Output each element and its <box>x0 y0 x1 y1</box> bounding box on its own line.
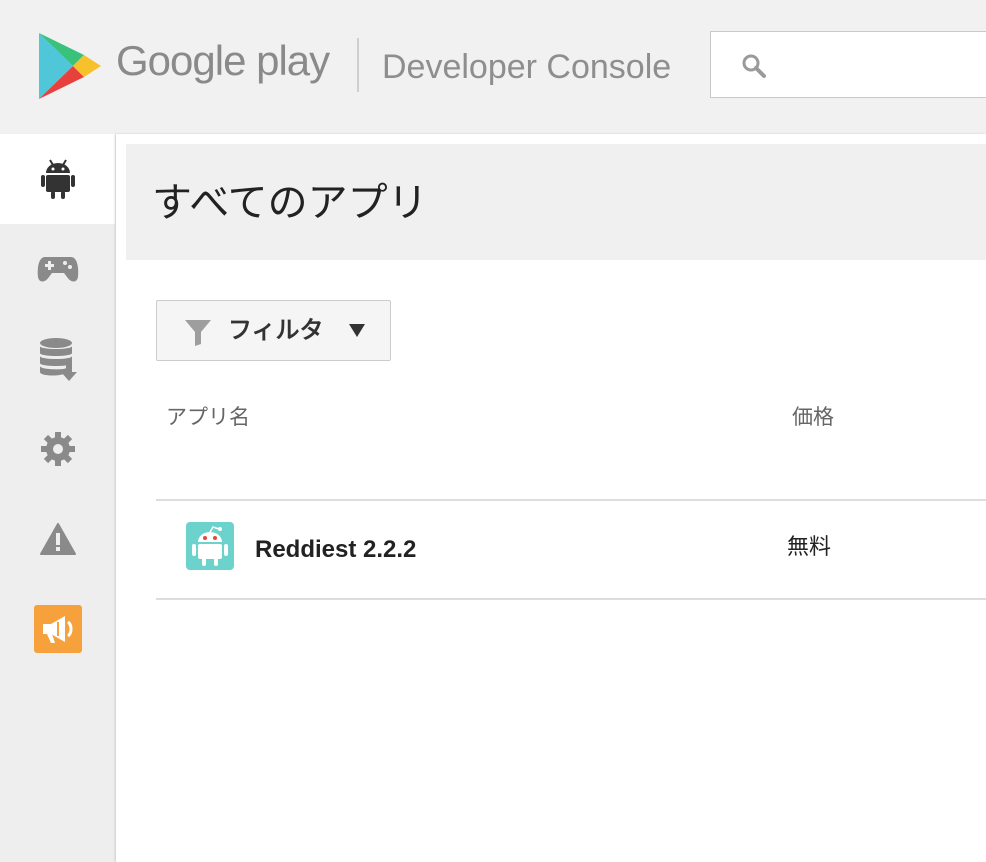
gear-icon <box>40 432 75 466</box>
funnel-icon <box>185 320 211 346</box>
megaphone-icon <box>33 605 82 653</box>
sidebar-nav <box>0 134 115 862</box>
sidebar-item-alerts[interactable] <box>0 494 115 584</box>
google-play-wordmark: Google play <box>116 37 330 84</box>
chevron-down-icon <box>349 324 365 337</box>
product-title: Developer Console <box>382 48 672 86</box>
brand-google-text: Google <box>116 37 246 84</box>
title-bar: すべてのアプリ <box>126 144 986 260</box>
gamepad-icon <box>37 257 78 282</box>
sidebar-item-settings[interactable] <box>0 404 115 494</box>
table-divider <box>156 499 986 501</box>
main-content: すべてのアプリ フィルタ アプリ名 価格 Reddiest 2.2.2 無料 <box>116 134 986 862</box>
filter-label: フィルタ <box>228 316 324 344</box>
sidebar-item-announcements[interactable] <box>0 584 115 674</box>
sidebar-item-games[interactable] <box>0 224 115 314</box>
database-download-icon <box>39 338 77 381</box>
google-play-logo-icon[interactable] <box>37 33 101 99</box>
warning-icon <box>39 523 76 555</box>
android-icon <box>40 159 75 199</box>
page-title: すべてのアプリ <box>152 180 428 226</box>
column-header-price[interactable]: 価格 <box>792 404 834 431</box>
filter-button[interactable]: フィルタ <box>156 300 391 361</box>
table-divider <box>156 598 986 600</box>
column-header-app-name[interactable]: アプリ名 <box>166 404 250 431</box>
brand-play-text: play <box>256 37 330 84</box>
header-divider <box>357 38 359 92</box>
search-icon <box>742 54 766 78</box>
app-price: 無料 <box>787 535 832 560</box>
reddit-android-icon <box>186 522 234 570</box>
top-header: Google play Developer Console <box>0 0 986 134</box>
sidebar-item-download-data[interactable] <box>0 314 115 404</box>
app-name-link[interactable]: Reddiest 2.2.2 <box>255 536 416 565</box>
search-input[interactable] <box>710 31 986 98</box>
sidebar-item-all-apps[interactable] <box>0 134 115 224</box>
